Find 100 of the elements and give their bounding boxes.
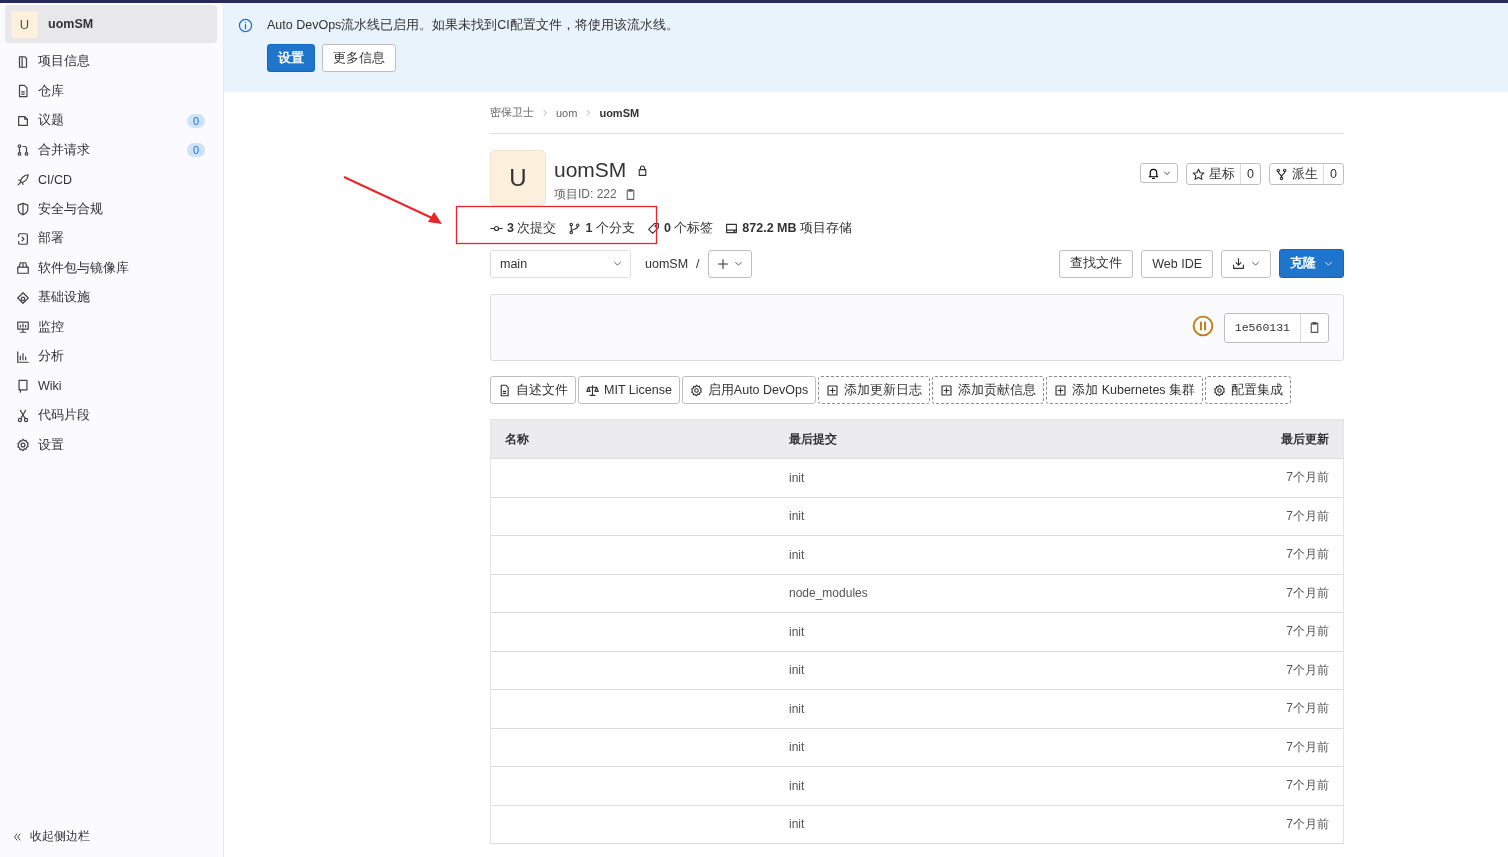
updated-time: 7个月前 (1286, 815, 1329, 833)
chevron-down-icon (1163, 169, 1172, 177)
commit-message-link[interactable]: init (789, 778, 1287, 793)
project-stat-link[interactable]: 1 个分支 (585, 220, 635, 237)
commit-message-link[interactable]: init (789, 817, 1287, 832)
banner-message: Auto DevOps流水线已启用。如果未找到CI配置文件，将使用该流水线。 (267, 17, 679, 34)
commit-message-link[interactable]: init (789, 470, 1287, 485)
project-avatar: U (490, 150, 546, 206)
breadcrumb-link[interactable]: 密保卫士 (490, 105, 534, 120)
commit-message-link[interactable]: init (789, 740, 1287, 755)
breadcrumb-link[interactable]: uomSM (599, 106, 640, 119)
shortcut-button[interactable]: 添加更新日志 (818, 376, 931, 404)
repository-path-link[interactable]: uomSM (645, 256, 689, 271)
fork-count[interactable]: 0 (1323, 164, 1343, 184)
settings-icon (16, 438, 30, 453)
fork-icon (1275, 167, 1289, 181)
tag-icon (646, 222, 660, 235)
toolbar-button[interactable]: 查找文件 (1059, 249, 1134, 278)
shortcut-button[interactable]: 配置集成 (1205, 376, 1292, 404)
project-stat-link[interactable]: 872.2 MB 项目存储 (742, 220, 852, 237)
commit-message-link[interactable]: init (789, 663, 1287, 678)
plus-square-icon (826, 383, 840, 397)
plus-icon (716, 257, 729, 270)
breadcrumb-link[interactable]: uom (556, 106, 578, 119)
project-avatar: U (11, 10, 38, 38)
copy-icon (1308, 321, 1321, 334)
shield-icon (16, 202, 30, 217)
sidebar-item[interactable]: 合并请求 0 (0, 135, 223, 165)
commit-message-link[interactable]: init (789, 624, 1287, 639)
download-dropdown[interactable] (1221, 249, 1271, 278)
double-chevron-left-icon (12, 831, 22, 842)
notification-dropdown[interactable] (1140, 163, 1179, 183)
collapse-sidebar-link[interactable]: 收起侧边栏 (0, 828, 223, 857)
project-stat-link[interactable]: 3 次提交 (507, 220, 557, 237)
project-link[interactable]: U uomSM (5, 5, 217, 43)
star-count[interactable]: 0 (1240, 164, 1261, 184)
book-icon (16, 379, 30, 394)
info-icon (238, 18, 253, 33)
plus-square-icon (1054, 383, 1068, 397)
sidebar-item[interactable]: 分析 (0, 342, 223, 372)
commit-message-link[interactable]: init (789, 547, 1287, 562)
download-icon (1232, 257, 1245, 270)
sidebar-item[interactable]: 设置 (0, 430, 223, 460)
add-dropdown[interactable] (707, 249, 752, 278)
rocket-icon (16, 172, 30, 187)
updated-time: 7个月前 (1286, 700, 1329, 718)
book-icon (16, 54, 30, 69)
sidebar-item[interactable]: 项目信息 (0, 47, 223, 77)
merge-request-icon (16, 143, 30, 158)
shortcut-button[interactable]: 添加 Kubernetes 集群 (1046, 376, 1204, 404)
project-title: uomSM (554, 158, 627, 182)
sidebar-item[interactable]: CI/CD (0, 165, 223, 195)
issue-icon (16, 113, 30, 128)
shortcut-button[interactable]: 添加贡献信息 (932, 376, 1045, 404)
updated-time: 7个月前 (1286, 546, 1329, 564)
deploy-icon (16, 231, 30, 246)
package-icon (16, 261, 30, 276)
banner-button[interactable]: 更多信息 (322, 44, 396, 72)
updated-time: 7个月前 (1286, 469, 1329, 487)
toolbar-button[interactable]: Web IDE (1141, 249, 1213, 278)
path-separator: / (696, 256, 700, 271)
plus-square-icon (940, 383, 954, 397)
star-icon (1192, 167, 1206, 181)
document-icon (16, 84, 30, 99)
shortcut-button[interactable]: 自述文件 (490, 376, 576, 404)
count-badge: 0 (186, 143, 205, 158)
star-button[interactable]: 星标 (1187, 164, 1241, 184)
sidebar-item[interactable]: 仓库 (0, 76, 223, 106)
updated-time: 7个月前 (1286, 623, 1329, 641)
sidebar-item[interactable]: 软件包与镜像库 (0, 253, 223, 283)
shortcut-button[interactable]: 启用Auto DevOps (681, 376, 817, 404)
sidebar-item[interactable]: 安全与合规 (0, 194, 223, 224)
clone-dropdown[interactable]: 克隆 (1279, 249, 1344, 278)
column-header: 最后提交 (789, 430, 838, 448)
sidebar-item[interactable]: Wiki (0, 371, 223, 401)
hard-drive-icon (725, 222, 739, 235)
commit-message-link[interactable]: init (789, 509, 1287, 524)
settings-icon (1213, 383, 1227, 397)
branch-icon (568, 222, 582, 235)
bell-icon (1147, 166, 1161, 180)
sidebar-item[interactable]: 部署 (0, 224, 223, 254)
sidebar-item[interactable]: 监控 (0, 312, 223, 342)
commit-sha[interactable]: 1e560131 (1224, 313, 1300, 342)
project-stat-link[interactable]: 0 个标签 (663, 220, 714, 237)
column-header: 名称 (505, 430, 530, 448)
updated-time: 7个月前 (1286, 777, 1329, 795)
shortcut-button[interactable]: MIT License (578, 376, 680, 404)
banner-button[interactable]: 设置 (267, 44, 315, 72)
sidebar-item[interactable]: 代码片段 (0, 401, 223, 431)
scissors-icon (16, 408, 30, 423)
chevron-right-icon (584, 108, 593, 117)
updated-time: 7个月前 (1286, 507, 1329, 525)
sidebar-item[interactable]: 基础设施 (0, 283, 223, 313)
chevron-right-icon (541, 108, 549, 117)
commit-message-link[interactable]: init (789, 701, 1287, 716)
commit-message-link[interactable]: node_modules (789, 586, 1287, 601)
branch-dropdown[interactable]: main (490, 249, 631, 278)
chevron-down-icon (613, 259, 622, 268)
fork-button[interactable]: 派生 (1270, 164, 1324, 184)
sidebar-item[interactable]: 议题 0 (0, 106, 223, 136)
